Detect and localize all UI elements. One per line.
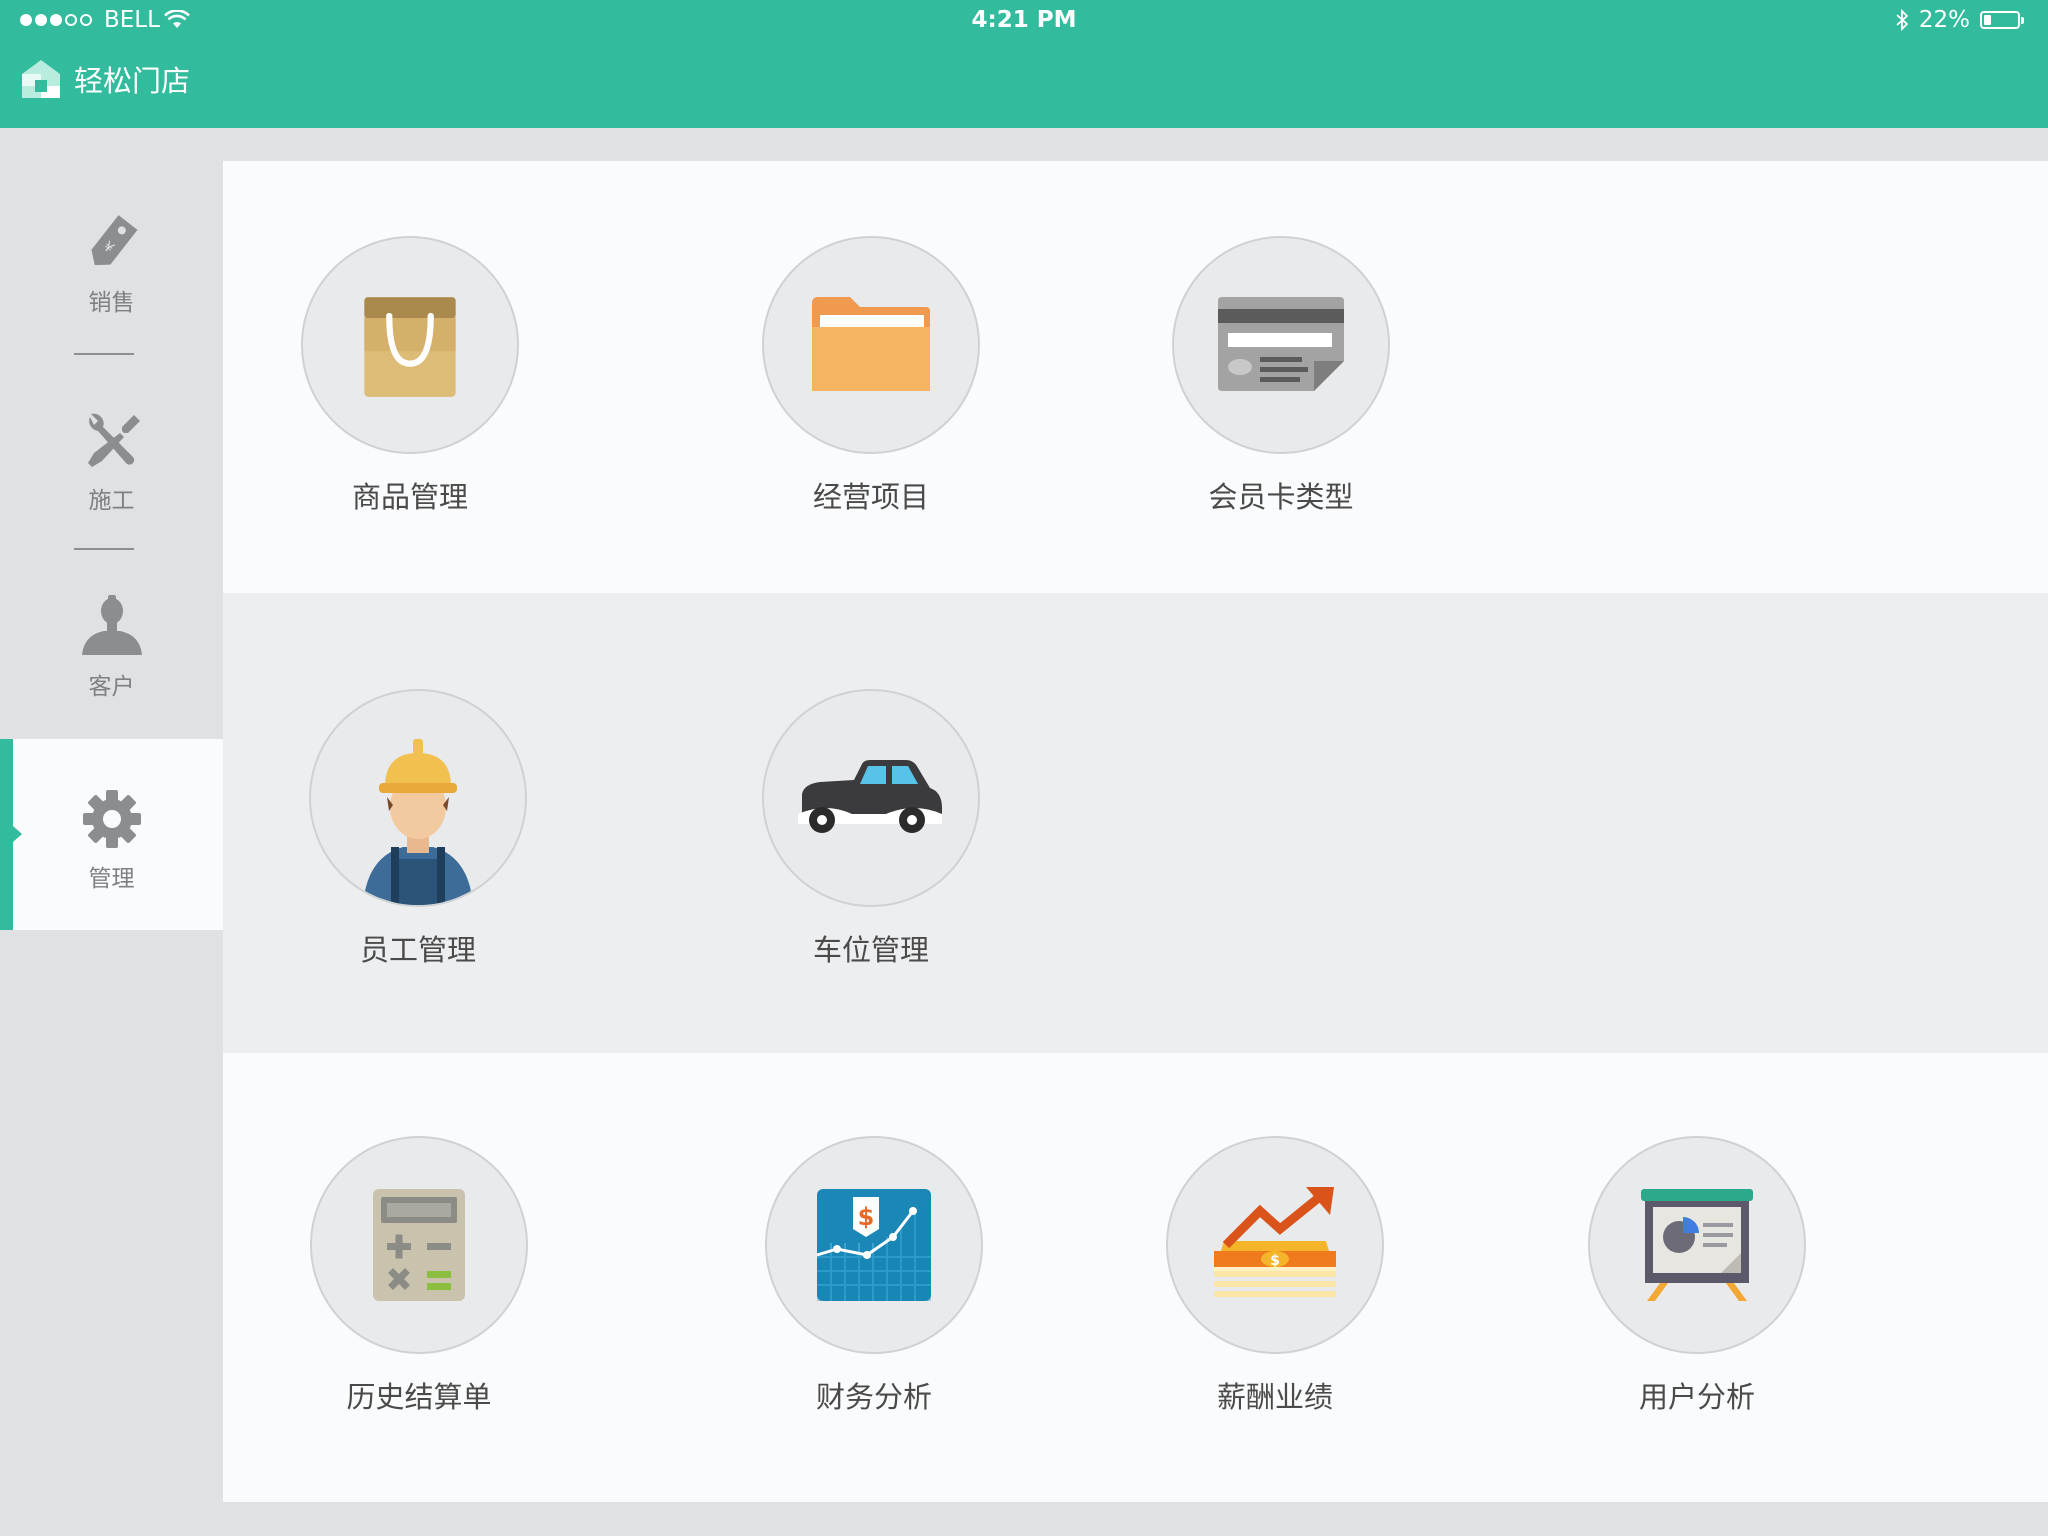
sidebar-item-label: 施工 [88,488,135,514]
battery-percent: 22% [1918,7,1970,33]
tile-label: 车位管理 [812,933,929,967]
tile-product-management[interactable]: 商品管理 [260,236,560,516]
tile-icon-circle [1588,1136,1806,1354]
tile-label: 经营项目 [812,480,929,514]
calculator-icon [373,1189,465,1301]
tile-salary-performance[interactable]: $ 薪酬业绩 [1125,1136,1425,1416]
section-resources: 员工管理 车位管理 [223,593,2048,1053]
battery-level [1984,15,1991,25]
tile-label: 会员卡类型 [1208,480,1354,514]
tile-icon-circle [1172,236,1390,454]
sidebar-item-label: 客户 [88,674,135,700]
section-basic-settings: 商品管理 经营项目 会员卡类型 [223,161,2048,593]
tile-icon-circle [310,1136,528,1354]
tile-icon-circle [301,236,519,454]
tile-settlement-history[interactable]: 历史结算单 [269,1136,569,1416]
tile-icon-circle [762,689,980,907]
sidebar-item-management[interactable]: 管理 [0,739,223,930]
header-spacer [0,128,2048,161]
tile-icon-circle [309,689,527,907]
status-bar: BELL 4:21 PM 22% [0,0,2048,42]
app-brand: 轻松门店 [22,58,190,100]
finance-chart-icon: $ [816,1189,931,1301]
tile-icon-circle: $ [765,1136,983,1354]
tile-label: 用户分析 [1638,1380,1755,1414]
app-title: 轻松门店 [74,64,191,98]
tile-label: 历史结算单 [346,1380,492,1414]
status-time: 4:21 PM [971,7,1077,33]
money-growth-icon: $ [1214,1187,1336,1297]
tile-label: 财务分析 [815,1380,932,1414]
tile-staff-management[interactable]: 员工管理 [268,689,568,969]
price-tag-icon: ¥ [90,215,137,266]
sidebar-divider [74,353,134,355]
worker-icon [363,739,473,905]
sidebar-divider [74,548,134,550]
store-logo-icon [22,60,60,98]
sidebar-item-management-content: 管理 [0,789,223,893]
sidebar-item-label: 管理 [88,866,135,892]
sidebar: ¥ 销售 施工 客户 管理 [0,161,223,1536]
sidebar-item-label: 销售 [88,290,135,316]
tile-business-items[interactable]: 经营项目 [721,236,1021,516]
app-header: BELL 4:21 PM 22% 轻松门店 [0,0,2048,128]
presentation-board-icon [1641,1189,1753,1301]
bluetooth-icon [1896,8,1909,32]
svg-text:$: $ [858,1203,875,1231]
tools-icon [87,413,140,467]
section-reports: 历史结算单 $ 财务分析 $ 薪酬业绩 用户分析 [223,1053,2048,1502]
battery-icon [1980,11,2024,29]
tile-parking-management[interactable]: 车位管理 [721,689,1021,969]
tile-icon-circle [762,236,980,454]
car-icon [798,760,942,833]
status-right: 22% [1895,7,2024,33]
sidebar-item-customer[interactable]: 客户 [0,593,223,701]
folder-icon [812,297,930,391]
sidebar-item-construction[interactable]: 施工 [0,411,223,515]
tile-user-analysis[interactable]: 用户分析 [1547,1136,1847,1416]
sidebar-item-sales[interactable]: ¥ 销售 [0,213,223,317]
tile-label: 薪酬业绩 [1216,1380,1333,1414]
shopping-bag-icon [364,297,456,397]
member-card-icon [1218,297,1344,391]
gear-icon [82,790,141,848]
tile-member-card-types[interactable]: 会员卡类型 [1131,236,1431,516]
tile-label: 商品管理 [351,480,468,514]
tile-financial-analysis[interactable]: $ 财务分析 [724,1136,1024,1416]
tile-label: 员工管理 [359,933,476,967]
svg-text:$: $ [1270,1253,1280,1269]
tile-icon-circle: $ [1166,1136,1384,1354]
person-icon [81,595,142,655]
